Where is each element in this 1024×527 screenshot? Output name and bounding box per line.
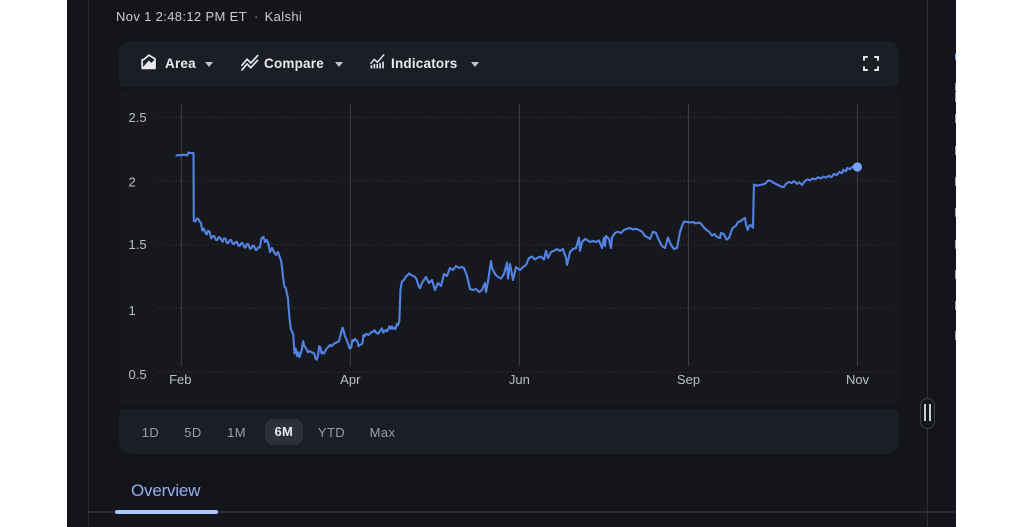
svg-text:2.5: 2.5 xyxy=(129,110,147,125)
svg-text:Nov: Nov xyxy=(846,372,870,387)
svg-text:1: 1 xyxy=(129,303,136,318)
svg-text:0.5: 0.5 xyxy=(129,367,147,382)
svg-text:1.5: 1.5 xyxy=(129,237,147,252)
svg-text:Jun: Jun xyxy=(509,372,530,387)
svg-text:2: 2 xyxy=(129,175,136,190)
svg-text:Apr: Apr xyxy=(340,372,361,387)
svg-text:Feb: Feb xyxy=(169,372,191,387)
svg-text:Sep: Sep xyxy=(677,372,700,387)
